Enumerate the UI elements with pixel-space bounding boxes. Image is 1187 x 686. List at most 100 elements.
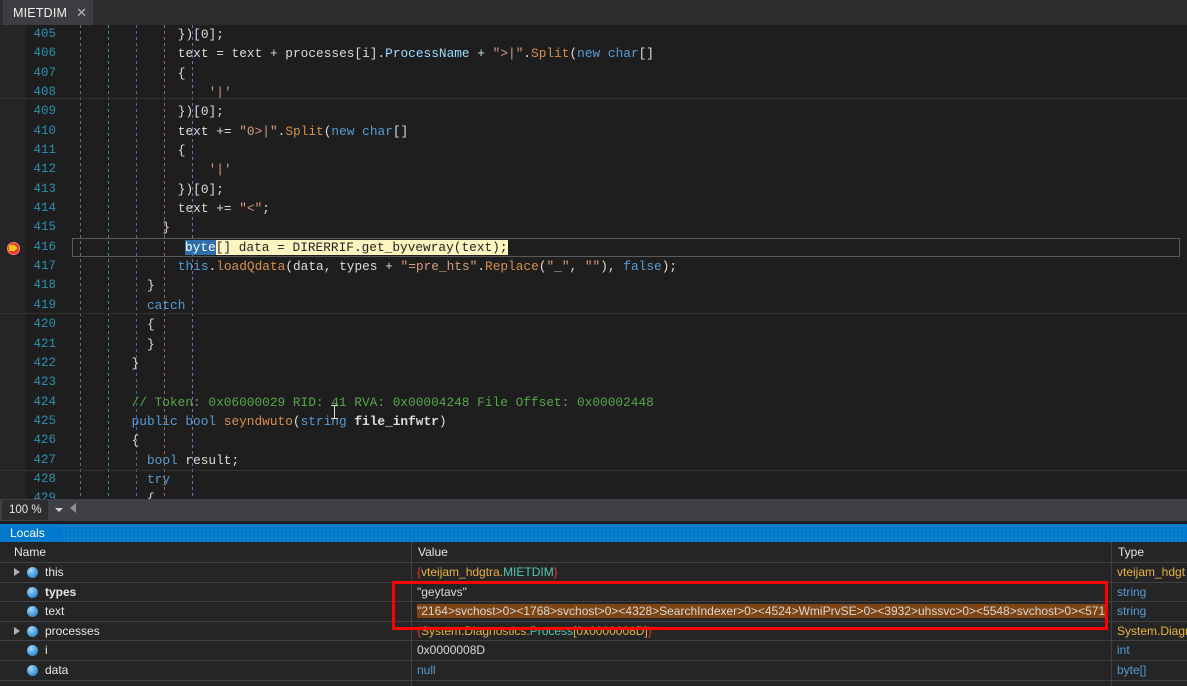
line-number: 421	[0, 335, 56, 354]
code-token: public	[132, 414, 178, 429]
value-token: }	[554, 565, 558, 579]
code-token: {	[147, 317, 155, 332]
code-line[interactable]: 407{	[0, 64, 1187, 83]
locals-row[interactable]: text"2164>svchost>0><1768>svchost>0><432…	[0, 602, 1187, 622]
code-line[interactable]: 423	[0, 373, 1187, 392]
code-line[interactable]: 409})[0];	[0, 102, 1187, 121]
value-token: MIETDIM	[503, 565, 554, 579]
editor-tab-mietdim[interactable]: MIETDIM ✕	[3, 0, 93, 25]
locals-row[interactable]: datanullbyte[]	[0, 661, 1187, 681]
line-number: 407	[0, 64, 56, 83]
column-header-type[interactable]: Type	[1112, 542, 1187, 562]
code-token: false	[623, 259, 661, 274]
code-line[interactable]: 426{	[0, 431, 1187, 450]
code-token: string	[301, 414, 347, 429]
code-token: "_"	[546, 259, 569, 274]
code-line[interactable]: 413})[0];	[0, 180, 1187, 199]
code-line[interactable]: 408'|'	[0, 83, 1187, 102]
locals-panel: Locals Name Value Type this{vteijam_hdgt…	[0, 524, 1187, 686]
code-token: "=pre_hts"	[401, 259, 478, 274]
code-line[interactable]: 418}	[0, 276, 1187, 295]
code-text: text += "0>|".Split(new char[]	[178, 122, 408, 141]
code-line[interactable]: 422}	[0, 354, 1187, 373]
panel-drag-grip[interactable]	[62, 524, 1187, 542]
code-line[interactable]: 405})[0];	[0, 25, 1187, 44]
scroll-left-icon[interactable]	[70, 503, 76, 513]
code-text: byte[] data = DIRERRIF.get_byvewray(text…	[185, 238, 508, 257]
type-token: System.Diagn	[1117, 624, 1187, 638]
code-text: '|'	[209, 160, 232, 179]
code-line[interactable]: 417this.loadQdata(data, types + "=pre_ht…	[0, 257, 1187, 276]
code-token: ""	[585, 259, 600, 274]
type-token: int	[1117, 643, 1130, 657]
code-token: }	[147, 337, 155, 352]
editor-separator	[0, 98, 1187, 99]
code-line[interactable]: 424// Token: 0x06000029 RID: 41 RVA: 0x0…	[0, 393, 1187, 412]
code-token: bool	[147, 453, 178, 468]
code-line[interactable]: 429{	[0, 489, 1187, 499]
code-token: char	[608, 46, 639, 61]
variable-value[interactable]: "geytavs"	[417, 583, 1105, 602]
code-token: '|'	[209, 162, 232, 177]
variable-type: byte[]	[1117, 661, 1187, 680]
code-line[interactable]: 414text += "<";	[0, 199, 1187, 218]
locals-grid[interactable]: Name Value Type this{vteijam_hdgtra.MIET…	[0, 542, 1187, 686]
code-text: '|'	[209, 83, 232, 102]
code-text: }	[162, 218, 170, 237]
code-token: try	[147, 472, 170, 487]
column-header-name[interactable]: Name	[0, 542, 426, 562]
line-number: 417	[0, 257, 56, 276]
locals-rows[interactable]: this{vteijam_hdgtra.MIETDIM}vteijam_hdgt…	[0, 563, 1187, 681]
code-text: }	[147, 276, 155, 295]
code-line[interactable]: 412'|'	[0, 160, 1187, 179]
line-number: 420	[0, 315, 56, 334]
code-line[interactable]: 415}	[0, 218, 1187, 237]
line-number: 415	[0, 218, 56, 237]
code-token: (data, types +	[285, 259, 400, 274]
variable-value[interactable]: null	[417, 661, 1105, 680]
chevron-down-icon[interactable]	[48, 500, 70, 520]
code-text: }	[132, 354, 140, 373]
value-token: 0x0000008D	[417, 643, 485, 657]
value-token: "geytavs"	[417, 585, 467, 599]
variable-type: vteijam_hdgt	[1117, 563, 1187, 582]
code-token: loadQdata	[216, 259, 285, 274]
locals-grid-header: Name Value Type	[0, 542, 1187, 563]
code-token: {	[178, 143, 186, 158]
code-line[interactable]: 428try	[0, 470, 1187, 489]
line-number: 410	[0, 122, 56, 141]
code-token: new	[331, 124, 354, 139]
code-editor[interactable]: 405})[0];406text = text + processes[i].P…	[0, 25, 1187, 499]
locals-panel-header[interactable]: Locals	[0, 524, 1187, 542]
code-token: []	[393, 124, 408, 139]
code-line[interactable]: 427bool result;	[0, 451, 1187, 470]
code-line[interactable]: 406text = text + processes[i].ProcessNam…	[0, 44, 1187, 63]
variable-value[interactable]: 0x0000008D	[417, 641, 1105, 660]
code-token: )	[439, 414, 447, 429]
code-line[interactable]: 411{	[0, 141, 1187, 160]
locals-row[interactable]: types"geytavs"string	[0, 583, 1187, 603]
locals-panel-title: Locals	[0, 526, 45, 540]
type-token: vteijam_hdgt	[1117, 565, 1185, 579]
locals-row[interactable]: processes{System.Diagnostics.Process[0x0…	[0, 622, 1187, 642]
editor-tab-strip: MIETDIM ✕	[0, 0, 1187, 25]
breakpoint-icon[interactable]	[7, 242, 20, 255]
variable-value[interactable]: {vteijam_hdgtra.MIETDIM}	[417, 563, 1105, 582]
code-token: );	[662, 259, 677, 274]
code-text: bool result;	[147, 451, 239, 470]
code-token: // Token: 0x06000029 RID: 41 RVA: 0x0000…	[132, 395, 654, 410]
code-text: {	[147, 489, 155, 499]
code-line[interactable]: 410 text += "0>|".Split(new char[]	[0, 122, 1187, 141]
column-header-value[interactable]: Value	[412, 542, 1118, 562]
code-line[interactable]: 420 {	[0, 315, 1187, 334]
variable-value[interactable]: {System.Diagnostics.Process[0x0000008D]}	[417, 622, 1105, 641]
line-number: 426	[0, 431, 56, 450]
code-line[interactable]: 421}	[0, 335, 1187, 354]
locals-row[interactable]: this{vteijam_hdgtra.MIETDIM}vteijam_hdgt	[0, 563, 1187, 583]
code-line[interactable]: 416byte[] data = DIRERRIF.get_byvewray(t…	[0, 238, 1187, 257]
code-lines[interactable]: 405})[0];406text = text + processes[i].P…	[0, 25, 1187, 499]
close-icon[interactable]: ✕	[76, 6, 87, 19]
locals-row[interactable]: i0x0000008Dint	[0, 641, 1187, 661]
variable-value[interactable]: "2164>svchost>0><1768>svchost>0><4328>Se…	[417, 602, 1105, 621]
code-line[interactable]: 425public bool seyndwuto(string file_inf…	[0, 412, 1187, 431]
